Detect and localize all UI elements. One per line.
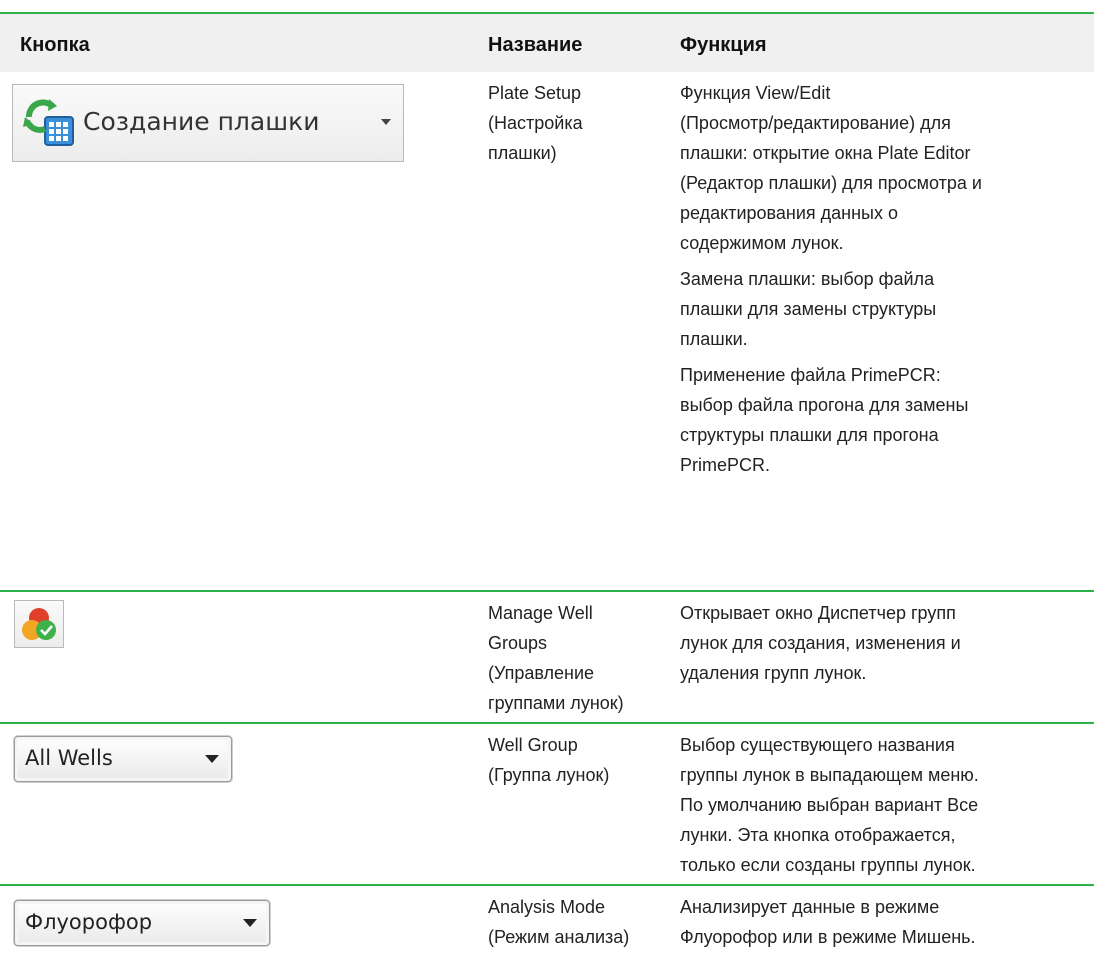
well-groups-icon <box>22 608 56 640</box>
function-line: Функция View/Edit <box>680 83 831 103</box>
name-cell: Plate Setup (Настройка плашки) <box>488 78 678 168</box>
table-row-well-group: All Wells Well Group (Группа лунок) Выбо… <box>0 724 1094 884</box>
plate-setup-button[interactable]: Создание плашки <box>12 84 404 162</box>
name-line: (Настройка <box>488 113 583 133</box>
function-line: Выбор существующего названия <box>680 735 955 755</box>
name-cell: Analysis Mode (Режим анализа) <box>488 892 678 952</box>
plate-setup-icon <box>23 99 74 146</box>
function-line: Анализирует данные в режиме <box>680 897 940 917</box>
function-line: Открывает окно Диспетчер групп <box>680 603 956 623</box>
header-name: Название <box>488 34 583 56</box>
name-line: Analysis Mode <box>488 897 606 917</box>
function-line: структуры плашки для прогона <box>680 425 939 445</box>
function-paragraph: Функция View/Edit (Просмотр/редактирован… <box>680 78 1090 258</box>
table-row-plate-setup: Создание плашки Plate Setup (Настройка п… <box>0 72 1094 590</box>
function-paragraph: Выбор существующего названия группы луно… <box>680 730 1090 880</box>
function-line: лунки. Эта кнопка отображается, <box>680 825 956 845</box>
table-row-analysis-mode: Флуорофор Analysis Mode (Режим анализа) … <box>0 886 1094 969</box>
dropdown-arrow-icon <box>205 755 219 763</box>
function-line: плашки: открытие окна Plate Editor <box>680 143 971 163</box>
function-line: Флуорофор или в режиме Мишень. <box>680 927 976 947</box>
function-line: лунок для создания, изменения и <box>680 633 961 653</box>
function-paragraph: Анализирует данные в режиме Флуорофор ил… <box>680 892 1090 952</box>
function-line: выбор файла прогона для замены <box>680 395 969 415</box>
name-line: (Режим анализа) <box>488 927 630 947</box>
name-line: Well Group <box>488 735 578 755</box>
well-group-select[interactable]: All Wells <box>14 736 232 782</box>
dropdown-arrow-icon <box>243 919 257 927</box>
function-line: редактирования данных о <box>680 203 898 223</box>
function-cell: Анализирует данные в режиме Флуорофор ил… <box>680 892 1090 958</box>
name-line: группами лунок) <box>488 693 624 713</box>
name-line: Plate Setup <box>488 83 582 103</box>
function-line: удаления групп лунок. <box>680 663 867 683</box>
function-line: плашки для замены структуры <box>680 299 937 319</box>
manage-well-groups-button[interactable] <box>14 600 64 648</box>
name-line: плашки) <box>488 143 557 163</box>
function-line: (Редактор плашки) для просмотра и <box>680 173 982 193</box>
name-line: (Управление <box>488 663 595 683</box>
header-button: Кнопка <box>20 34 90 56</box>
header-function: Функция <box>680 34 767 56</box>
plate-setup-button-label: Создание плашки <box>83 107 320 136</box>
name-line: Groups <box>488 633 548 653</box>
function-line: Применение файла PrimePCR: <box>680 365 941 385</box>
function-line: (Просмотр/редактирование) для <box>680 113 951 133</box>
name-line: Manage Well <box>488 603 593 623</box>
analysis-mode-select[interactable]: Флуорофор <box>14 900 270 946</box>
table-header: Кнопка Название Функция <box>0 14 1094 72</box>
function-line: содержимом лунок. <box>680 233 844 253</box>
function-line: PrimePCR. <box>680 455 771 475</box>
well-group-select-value: All Wells <box>25 746 113 770</box>
table-row-manage-well-groups: Manage Well Groups (Управление группами … <box>0 592 1094 722</box>
function-cell: Выбор существующего названия группы луно… <box>680 730 1090 886</box>
function-line: группы лунок в выпадающем меню. <box>680 765 979 785</box>
name-line: (Группа лунок) <box>488 765 610 785</box>
function-line: только если созданы группы лунок. <box>680 855 976 875</box>
function-paragraph: Замена плашки: выбор файла плашки для за… <box>680 264 1090 354</box>
name-cell: Manage Well Groups (Управление группами … <box>488 598 678 718</box>
function-paragraph: Открывает окно Диспетчер групп лунок для… <box>680 598 1090 688</box>
function-cell: Открывает окно Диспетчер групп лунок для… <box>680 598 1090 694</box>
function-cell: Функция View/Edit (Просмотр/редактирован… <box>680 78 1090 486</box>
function-line: По умолчанию выбран вариант Все <box>680 795 979 815</box>
function-line: плашки. <box>680 329 748 349</box>
function-line: Замена плашки: выбор файла <box>680 269 935 289</box>
chevron-down-icon <box>381 119 391 125</box>
function-paragraph: Применение файла PrimePCR: выбор файла п… <box>680 360 1090 480</box>
analysis-mode-select-value: Флуорофор <box>25 910 153 934</box>
name-cell: Well Group (Группа лунок) <box>488 730 678 790</box>
